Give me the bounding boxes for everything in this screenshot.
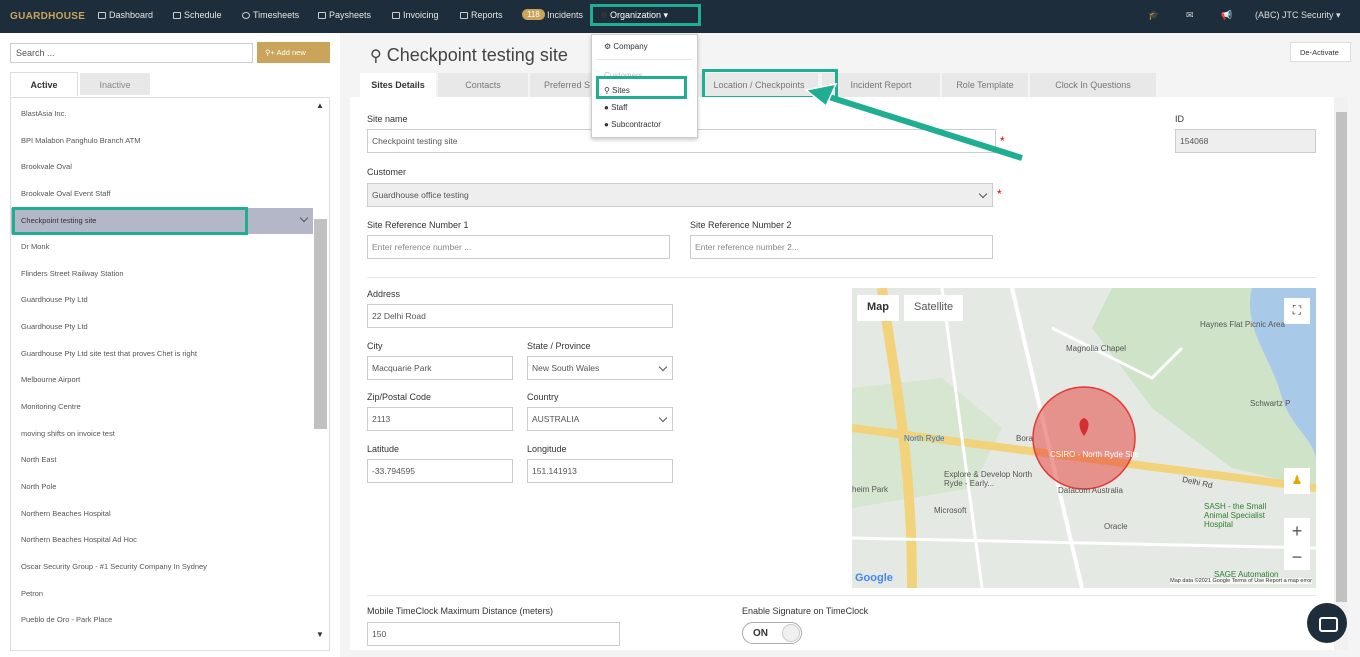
arrow-line (825, 93, 1023, 161)
arrow-head (804, 82, 838, 108)
annotation-arrow (804, 82, 1023, 161)
